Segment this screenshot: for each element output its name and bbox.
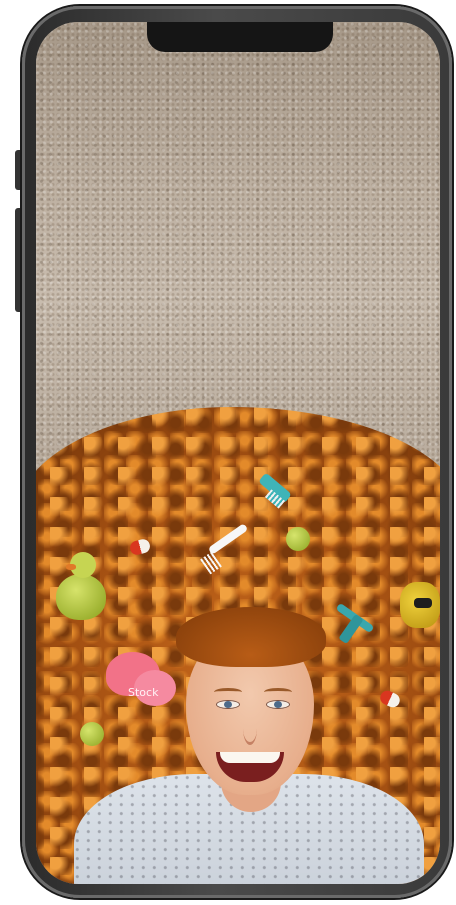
yellow-toy-lens (414, 598, 432, 608)
rubber-duck (56, 574, 106, 620)
stage: Stock (0, 0, 456, 905)
green-ball (80, 722, 104, 746)
phone-screen: Stock (36, 22, 440, 884)
left-eyebrow (214, 688, 242, 696)
camera-notch (147, 22, 333, 52)
right-eyebrow (264, 688, 292, 696)
left-eye (216, 700, 240, 709)
green-ball (286, 527, 310, 551)
rubber-duck-beak (66, 564, 76, 570)
right-eye (266, 700, 290, 709)
sticker-label: Stock (128, 686, 159, 699)
nose (243, 712, 257, 745)
hair-fringe (176, 607, 326, 667)
